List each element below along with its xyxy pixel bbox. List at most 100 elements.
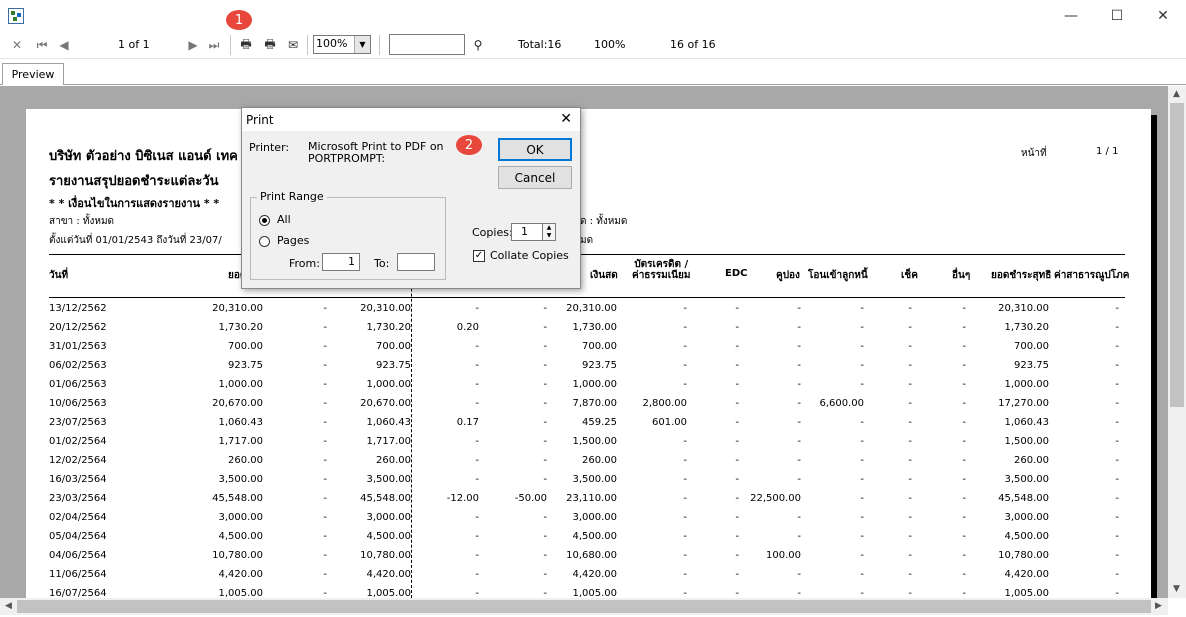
- row-value-cell: 260.00: [582, 455, 617, 466]
- next-page-icon[interactable]: ▶: [185, 36, 201, 54]
- app-icon: [8, 8, 24, 24]
- dialog-close-icon[interactable]: ✕: [560, 111, 572, 127]
- title-bar: — ☐ ✕: [0, 0, 1186, 31]
- row-value-cell: 700.00: [228, 341, 263, 352]
- row-value-cell: -: [1115, 398, 1119, 409]
- row-value-cell: -: [908, 550, 912, 561]
- find-binoculars-icon[interactable]: ⚲: [469, 36, 487, 54]
- horizontal-scroll-thumb[interactable]: [17, 600, 1151, 613]
- row-value-cell: 3,500.00: [572, 474, 617, 485]
- from-input[interactable]: 1: [322, 253, 360, 271]
- row-value-cell: 4,420.00: [218, 569, 263, 580]
- row-value-cell: 1,500.00: [572, 436, 617, 447]
- first-page-icon[interactable]: ⏮: [34, 36, 50, 54]
- print-icon[interactable]: 🖶: [237, 36, 255, 54]
- export-icon[interactable]: ✉: [284, 36, 302, 54]
- row-value-cell: -: [1115, 379, 1119, 390]
- row-value-cell: 17,270.00: [998, 398, 1049, 409]
- row-value-cell: -: [860, 436, 864, 447]
- row-value-cell: -: [797, 322, 801, 333]
- close-window-button[interactable]: ✕: [1140, 0, 1186, 31]
- right-condition-1: ด : ทั้งหมด: [580, 216, 628, 227]
- ok-button[interactable]: OK: [498, 138, 572, 161]
- row-value-cell: -: [1115, 474, 1119, 485]
- chevron-down-icon[interactable]: ▼: [354, 36, 370, 53]
- row-value-cell: -: [543, 474, 547, 485]
- row-value-cell: -: [1115, 417, 1119, 428]
- radio-all-label: All: [277, 213, 291, 226]
- row-value-cell: -: [860, 360, 864, 371]
- row-value-cell: 4,420.00: [1004, 569, 1049, 580]
- right-condition-2: มด: [580, 235, 594, 246]
- tab-preview[interactable]: Preview: [2, 63, 64, 85]
- last-page-icon[interactable]: ⏭: [206, 36, 222, 54]
- row-value-cell: 20,670.00: [212, 398, 263, 409]
- header-transfer: โอนเข้าลูกหนี้: [808, 270, 868, 281]
- row-value-cell: -: [475, 398, 479, 409]
- collate-checkbox[interactable]: ✓: [473, 250, 485, 262]
- row-value-cell: -: [860, 550, 864, 561]
- header-rule-bottom: [49, 297, 1125, 298]
- row-value-cell: -: [797, 360, 801, 371]
- row-value-cell: 20,310.00: [212, 303, 263, 314]
- row-value-cell: -: [735, 360, 739, 371]
- maximize-button[interactable]: ☐: [1094, 0, 1140, 31]
- row-value-cell: 1,060.43: [218, 417, 263, 428]
- header-edc: EDC: [725, 268, 748, 279]
- radio-all[interactable]: [259, 215, 270, 226]
- row-value-cell: -: [543, 322, 547, 333]
- row-value-cell: -: [962, 493, 966, 504]
- row-value-cell: 22,500.00: [750, 493, 801, 504]
- vertical-scroll-thumb[interactable]: [1170, 103, 1184, 407]
- row-value-cell: -: [1115, 569, 1119, 580]
- row-value-cell: -: [735, 417, 739, 428]
- row-date-cell: 23/03/2564: [49, 493, 107, 504]
- row-value-cell: -: [908, 417, 912, 428]
- scroll-up-icon[interactable]: ▲: [1173, 89, 1180, 99]
- scroll-down-icon[interactable]: ▼: [1173, 584, 1180, 594]
- horizontal-scrollbar[interactable]: ◀ ▶: [0, 598, 1168, 615]
- row-value-cell: 45,548.00: [212, 493, 263, 504]
- copies-spinner[interactable]: ▲ ▼: [542, 223, 556, 241]
- find-input[interactable]: [389, 34, 465, 55]
- row-value-cell: 3,000.00: [1004, 512, 1049, 523]
- row-value-cell: -: [475, 569, 479, 580]
- row-value-cell: -: [962, 417, 966, 428]
- to-input[interactable]: [397, 253, 435, 271]
- print-setup-icon[interactable]: 🖶: [261, 36, 279, 54]
- row-value-cell: 1,000.00: [1004, 379, 1049, 390]
- minimize-button[interactable]: —: [1048, 0, 1094, 31]
- row-value-cell: -: [735, 322, 739, 333]
- row-value-cell: -: [323, 436, 327, 447]
- zoom-value: 100%: [316, 37, 348, 50]
- row-value-cell: 4,500.00: [1004, 531, 1049, 542]
- row-value-cell: -: [543, 512, 547, 523]
- row-value-cell: -: [908, 379, 912, 390]
- row-value-cell: -: [908, 322, 912, 333]
- row-value-cell: -12.00: [446, 493, 479, 504]
- header-net: ยอดชำระสุทธิ: [991, 270, 1052, 281]
- row-value-cell: -: [908, 474, 912, 485]
- zoom-select[interactable]: 100% ▼: [313, 35, 371, 54]
- scroll-right-icon[interactable]: ▶: [1155, 601, 1162, 611]
- row-value-cell: -: [543, 341, 547, 352]
- row-value-cell: -: [323, 531, 327, 542]
- row-value-cell: -: [735, 550, 739, 561]
- toolbar: ✕ ⏮ ◀ 1 of 1 ▶ ⏭ 🖶 🖶 ✉ ⚲ Total:16 100% 1…: [0, 31, 1186, 59]
- row-value-cell: -: [683, 360, 687, 371]
- row-value-cell: -: [797, 417, 801, 428]
- copies-input[interactable]: 1: [511, 223, 543, 241]
- row-value-cell: 923.75: [582, 360, 617, 371]
- row-value-cell: 4,420.00: [366, 569, 411, 580]
- previous-page-icon[interactable]: ◀: [56, 36, 72, 54]
- row-value-cell: 1,730.00: [572, 322, 617, 333]
- row-value-cell: 260.00: [1014, 455, 1049, 466]
- row-value-cell: 700.00: [376, 341, 411, 352]
- vertical-scrollbar[interactable]: ▲ ▼: [1168, 86, 1186, 598]
- scroll-left-icon[interactable]: ◀: [5, 601, 12, 611]
- close-report-icon[interactable]: ✕: [9, 36, 25, 54]
- row-value-cell: -: [1115, 512, 1119, 523]
- row-value-cell: -: [543, 417, 547, 428]
- radio-pages[interactable]: [259, 236, 270, 247]
- cancel-button[interactable]: Cancel: [498, 166, 572, 189]
